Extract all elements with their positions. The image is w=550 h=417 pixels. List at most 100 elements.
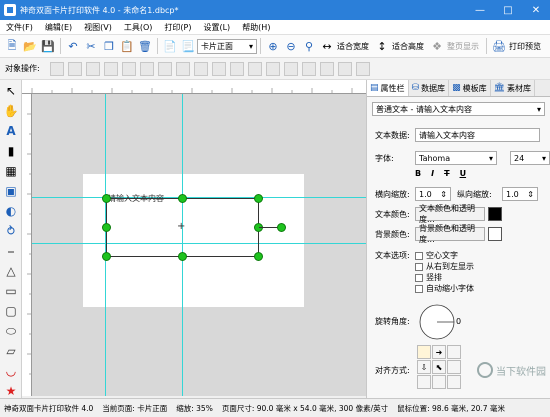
- align-top-right[interactable]: [447, 345, 461, 359]
- triangle-icon[interactable]: △: [2, 262, 20, 280]
- align-right-icon[interactable]: [85, 61, 100, 76]
- bg-color-button[interactable]: 背景颜色和透明度...: [415, 224, 485, 244]
- shape-icon[interactable]: ◐: [2, 202, 20, 220]
- tab-properties[interactable]: ▤ 属性栏: [367, 80, 409, 96]
- rounded-rect-icon[interactable]: ▢: [2, 302, 20, 320]
- full-display-button[interactable]: 整页显示: [447, 41, 479, 52]
- checkbox[interactable]: [415, 273, 423, 282]
- line-icon[interactable]: ⎯: [2, 242, 20, 260]
- menu-help[interactable]: 帮助(H): [236, 22, 276, 33]
- option-vertical[interactable]: 竖排: [415, 272, 474, 283]
- ungroup-icon[interactable]: [355, 61, 370, 76]
- barcode-icon[interactable]: ▮: [2, 142, 20, 160]
- menu-edit[interactable]: 编辑(E): [39, 22, 78, 33]
- object-type-select[interactable]: 普通文本 - 请输入文本内容 ▾: [372, 102, 545, 116]
- option-autoshrink[interactable]: 自动缩小字体: [415, 283, 474, 294]
- bg-color-swatch[interactable]: [488, 227, 502, 241]
- vdistribute-icon[interactable]: [229, 61, 244, 76]
- italic-button[interactable]: I: [431, 169, 434, 178]
- resize-handle[interactable]: [178, 194, 187, 203]
- option-hollow[interactable]: 空心文字: [415, 250, 474, 261]
- qrcode-icon[interactable]: ▦: [2, 162, 20, 180]
- text-tool-icon[interactable]: A: [2, 122, 20, 140]
- hscale-spinner[interactable]: 1.0 ⇕: [415, 187, 451, 201]
- align-bottom-icon[interactable]: [139, 61, 154, 76]
- font-select[interactable]: Tahoma ▾: [415, 151, 497, 165]
- same-width-icon[interactable]: [157, 61, 172, 76]
- rectangle-icon[interactable]: ▭: [2, 282, 20, 300]
- save-icon[interactable]: 💾: [40, 38, 56, 54]
- checkbox[interactable]: [415, 284, 423, 293]
- resize-handle[interactable]: [102, 194, 111, 203]
- align-bottom-right[interactable]: [447, 375, 461, 389]
- align-middle-left[interactable]: ⇩: [417, 360, 431, 374]
- cut-icon[interactable]: ✂: [83, 38, 99, 54]
- center-h-icon[interactable]: [247, 61, 262, 76]
- menu-print[interactable]: 打印(P): [158, 22, 197, 33]
- align-center-icon[interactable]: [67, 61, 82, 76]
- paste-icon[interactable]: 📋: [119, 38, 135, 54]
- fit-width-button[interactable]: 适合宽度: [337, 41, 369, 52]
- rotate-handle[interactable]: [277, 223, 286, 232]
- resize-handle[interactable]: [102, 223, 111, 232]
- checkbox[interactable]: [415, 262, 423, 271]
- menu-view[interactable]: 视图(V): [78, 22, 118, 33]
- bold-button[interactable]: B: [415, 169, 421, 178]
- underline-button[interactable]: U: [460, 169, 467, 178]
- checkbox[interactable]: [415, 251, 423, 260]
- polygon-icon[interactable]: ▱: [2, 342, 20, 360]
- align-top-center[interactable]: ➜: [432, 345, 446, 359]
- fit-width-icon[interactable]: ↔: [319, 38, 335, 54]
- tab-database[interactable]: ⛁ 数据库: [409, 80, 450, 96]
- group-icon[interactable]: [337, 61, 352, 76]
- align-middle-center[interactable]: ⬉: [432, 360, 446, 374]
- copy-icon[interactable]: ❐: [101, 38, 117, 54]
- image-icon[interactable]: ▣: [2, 182, 20, 200]
- text-color-swatch[interactable]: [488, 207, 502, 221]
- tab-materials[interactable]: 🏛 素材库: [491, 80, 536, 96]
- ellipse-icon[interactable]: ⬭: [2, 322, 20, 340]
- page-props-icon[interactable]: 📃: [180, 38, 196, 54]
- hdistribute-icon[interactable]: [211, 61, 226, 76]
- page-icon[interactable]: 📄: [162, 38, 178, 54]
- same-size-icon[interactable]: [193, 61, 208, 76]
- option-rtl[interactable]: 从右到左显示: [415, 261, 474, 272]
- arc-icon[interactable]: ◡: [2, 362, 20, 380]
- align-bottom-center[interactable]: [432, 375, 446, 389]
- fit-height-icon[interactable]: ↕: [374, 38, 390, 54]
- minimize-button[interactable]: —: [466, 0, 494, 20]
- resize-handle[interactable]: [254, 252, 263, 261]
- close-button[interactable]: ✕: [522, 0, 550, 20]
- tab-templates[interactable]: ▩ 模板库: [449, 80, 491, 96]
- print-preview-icon[interactable]: 🖨: [491, 38, 507, 54]
- text-data-input[interactable]: 请输入文本内容: [415, 128, 540, 142]
- vscale-spinner[interactable]: 1.0 ⇕: [502, 187, 538, 201]
- full-display-icon[interactable]: ❖: [429, 38, 445, 54]
- rotation-dial[interactable]: [417, 302, 461, 342]
- zoom-in-icon[interactable]: ⊕: [265, 38, 281, 54]
- resize-handle[interactable]: [254, 194, 263, 203]
- center-v-icon[interactable]: [265, 61, 280, 76]
- pan-hand-icon[interactable]: ✋: [2, 102, 20, 120]
- design-canvas[interactable]: 请输入文本内容 +: [32, 94, 366, 396]
- new-file-icon[interactable]: 🗎: [4, 38, 20, 54]
- lock-icon[interactable]: [319, 61, 334, 76]
- same-height-icon[interactable]: [175, 61, 190, 76]
- print-preview-button[interactable]: 打印预览: [509, 41, 541, 52]
- resize-handle[interactable]: [102, 252, 111, 261]
- undo-icon[interactable]: ↶: [65, 38, 81, 54]
- send-back-icon[interactable]: [301, 61, 316, 76]
- menu-settings[interactable]: 设置(L): [197, 22, 236, 33]
- bring-front-icon[interactable]: [283, 61, 298, 76]
- align-bottom-left[interactable]: [417, 375, 431, 389]
- maximize-button[interactable]: □: [494, 0, 522, 20]
- align-top-icon[interactable]: [103, 61, 118, 76]
- spiral-icon[interactable]: ⥁: [2, 222, 20, 240]
- zoom-out-icon[interactable]: ⊖: [283, 38, 299, 54]
- align-middle-right[interactable]: [447, 360, 461, 374]
- menu-tools[interactable]: 工具(O): [118, 22, 159, 33]
- align-top-left[interactable]: [417, 345, 431, 359]
- side-select[interactable]: 卡片正面 ▾: [197, 38, 257, 54]
- pointer-icon[interactable]: ↖: [2, 82, 20, 100]
- menu-file[interactable]: 文件(F): [0, 22, 39, 33]
